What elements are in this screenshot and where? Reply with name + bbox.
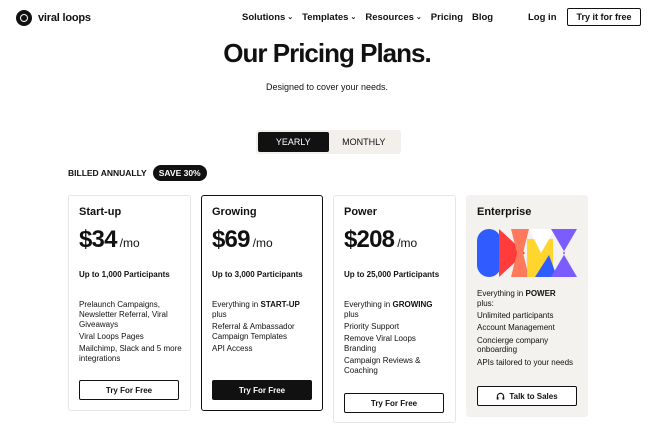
price-amount: $208 xyxy=(344,226,395,253)
art-shape-blue xyxy=(477,229,501,277)
art-shape-purple xyxy=(551,229,577,277)
plan-price: $34 /mo xyxy=(79,226,140,254)
menu-item-label: Templates xyxy=(302,12,349,23)
plan-participants: Up to 3,000 Participants xyxy=(212,270,303,279)
top-nav: viral loops Solutions ⌄ Templates ⌄ Reso… xyxy=(0,0,660,36)
toggle-monthly[interactable]: MONTHLY xyxy=(329,132,400,152)
billing-toggle: YEARLY MONTHLY xyxy=(256,130,401,154)
billed-annually-label: BILLED ANNUALLY xyxy=(68,168,147,178)
plan-name: Enterprise xyxy=(477,206,532,218)
plan-participants: Up to 1,000 Participants xyxy=(79,270,170,279)
feature-item: Remove Viral Loops Branding xyxy=(344,334,416,354)
price-period: /mo xyxy=(252,236,273,250)
everything-tier: POWER xyxy=(525,289,556,298)
billing-note: BILLED ANNUALLY SAVE 30% xyxy=(68,165,207,181)
everything-suffix: plus xyxy=(344,309,359,319)
main-menu: Solutions ⌄ Templates ⌄ Resources ⌄ Pric… xyxy=(242,12,493,23)
viral-loops-logo-icon xyxy=(16,10,32,26)
menu-item-label: Blog xyxy=(472,12,494,23)
menu-item-label: Resources xyxy=(365,12,414,23)
everything-suffix: plus: xyxy=(477,298,494,308)
plan-features: Prelaunch Campaigns, Newsletter Referral… xyxy=(79,300,183,366)
everything-suffix: plus xyxy=(212,309,227,319)
save-badge: SAVE 30% xyxy=(152,165,207,181)
plan-card-startup: Start-up $34 /mo Up to 1,000 Participant… xyxy=(68,195,191,411)
everything-in-line: Everything in POWER plus: xyxy=(477,289,581,309)
menu-item-pricing[interactable]: Pricing xyxy=(431,12,463,23)
plan-card-growing: Growing $69 /mo Up to 3,000 Participants… xyxy=(201,195,323,411)
plan-name: Power xyxy=(344,206,378,218)
try-free-button[interactable]: Try it for free xyxy=(567,8,641,26)
price-amount: $34 xyxy=(79,226,117,253)
everything-tier: GROWING xyxy=(392,300,433,309)
feature-item: Account Management xyxy=(477,323,555,333)
try-for-free-button[interactable]: Try For Free xyxy=(344,393,444,413)
plan-card-power: Power $208 /mo Up to 25,000 Participants… xyxy=(333,195,456,423)
feature-item: Priority Support xyxy=(344,322,400,332)
feature-item: Unlimited participants xyxy=(477,311,554,321)
plan-name: Growing xyxy=(212,206,257,218)
feature-item: Referral & Ambassador Campaign Templates xyxy=(212,322,295,341)
talk-to-sales-button[interactable]: Talk to Sales xyxy=(477,386,577,406)
menu-item-blog[interactable]: Blog xyxy=(472,12,493,23)
feature-item: API Access xyxy=(212,344,253,354)
everything-prefix: Everything in xyxy=(212,300,259,309)
enterprise-illustration xyxy=(477,229,577,277)
brand-name: viral loops xyxy=(38,12,91,24)
price-period: /mo xyxy=(119,236,140,250)
menu-item-label: Pricing xyxy=(430,12,463,23)
feature-item: Concierge company onboarding xyxy=(477,335,549,355)
plan-features: Everything in START-UP plus Referral & Am… xyxy=(212,300,316,356)
everything-in-line: Everything in GROWING plus xyxy=(344,300,448,320)
price-amount: $69 xyxy=(212,226,250,253)
page-subtitle: Designed to cover your needs. xyxy=(265,82,389,92)
plan-price: $208 /mo xyxy=(344,226,417,254)
plan-price: $69 /mo xyxy=(212,226,273,254)
plan-features: Everything in GROWING plus Priority Suppo… xyxy=(344,300,448,379)
menu-item-resources[interactable]: Resources ⌄ xyxy=(365,12,421,23)
login-link[interactable]: Log in xyxy=(528,12,557,23)
plan-features: Everything in POWER plus: Unlimited parti… xyxy=(477,289,581,370)
toggle-yearly[interactable]: YEARLY xyxy=(258,132,329,152)
everything-in-line: Everything in START-UP plus xyxy=(212,300,316,320)
feature-item: Prelaunch Campaigns, Newsletter Referral… xyxy=(79,300,168,329)
feature-item: APIs tailored to your needs xyxy=(477,357,574,367)
feature-item: Campaign Reviews & Coaching xyxy=(344,356,421,376)
plan-participants: Up to 25,000 Participants xyxy=(344,270,440,279)
page-title: Our Pricing Plans. xyxy=(223,38,431,68)
plan-name: Start-up xyxy=(79,206,122,218)
everything-prefix: Everything in xyxy=(477,289,524,298)
try-for-free-button[interactable]: Try For Free xyxy=(212,380,312,400)
chevron-down-icon: ⌄ xyxy=(415,13,422,21)
try-for-free-button[interactable]: Try For Free xyxy=(79,380,179,400)
menu-item-templates[interactable]: Templates ⌄ xyxy=(302,12,356,23)
talk-to-sales-label: Talk to Sales xyxy=(509,391,558,401)
brand-logo[interactable]: viral loops xyxy=(16,10,91,26)
feature-item: Mailchimp, Slack and 5 more integrations xyxy=(79,344,182,363)
headset-icon xyxy=(497,392,505,400)
menu-item-label: Solutions xyxy=(242,12,286,23)
everything-tier: START-UP xyxy=(260,300,300,309)
feature-item: Viral Loops Pages xyxy=(79,331,144,341)
menu-item-solutions[interactable]: Solutions ⌄ xyxy=(242,12,293,23)
chevron-down-icon: ⌄ xyxy=(350,13,357,21)
chevron-down-icon: ⌄ xyxy=(287,13,294,21)
everything-prefix: Everything in xyxy=(344,300,391,309)
price-period: /mo xyxy=(397,236,418,250)
plan-card-enterprise: Enterprise Everything in POWER plus: Unli… xyxy=(466,195,588,417)
